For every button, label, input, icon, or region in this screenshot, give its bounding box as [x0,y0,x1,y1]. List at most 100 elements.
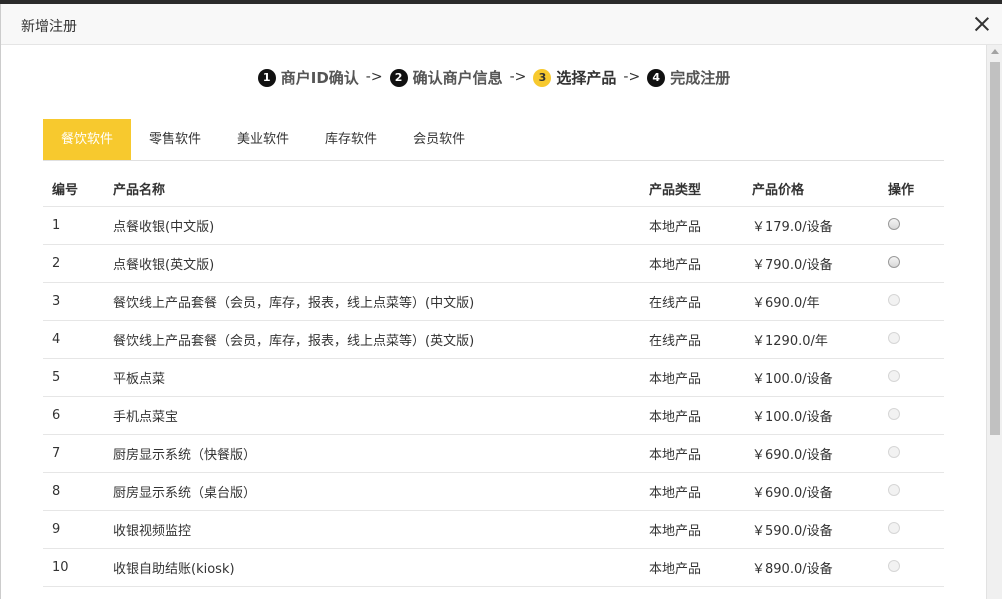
product-price: ￥690.0/设备 [752,448,833,463]
product-type: 本地产品 [649,220,702,235]
product-number: 1 [52,218,61,233]
table-row: 9 收银视频监控 本地产品 ￥590.0/设备 [43,511,944,549]
product-name: 厨房显示系统（桌台版） [113,486,257,501]
product-name: 平板点菜 [113,372,166,387]
product-name: 餐饮线上产品套餐（会员，库存，报表，线上点菜等）(英文版) [113,334,475,349]
tab-retail-software[interactable]: 零售软件 [131,119,219,160]
select-product-radio [888,445,900,458]
step-label: 确认商户信息 [412,69,503,87]
product-type: 本地产品 [649,448,702,463]
select-product-radio [888,521,900,534]
product-number: 7 [52,446,61,461]
step-label: 商户ID确认 [280,69,359,87]
product-number: 10 [52,560,69,575]
product-number: 4 [52,332,61,347]
operation-cell [888,255,944,272]
table-row: 8 厨房显示系统（桌台版） 本地产品 ￥690.0/设备 [43,473,944,511]
select-product-radio[interactable] [888,255,900,268]
operation-cell [888,483,944,500]
tab-inventory-software[interactable]: 库存软件 [307,119,395,160]
product-name: 点餐收银(中文版) [113,220,215,235]
table-header-row: 编号 产品名称 产品类型 产品价格 操作 [43,170,944,207]
product-price: ￥100.0/设备 [752,410,833,425]
step-4: 4 完成注册 [647,67,730,88]
product-number: 2 [52,256,61,271]
table-row: 5 平板点菜 本地产品 ￥100.0/设备 [43,359,944,397]
select-product-radio [888,331,900,344]
product-number: 8 [52,484,61,499]
step-arrow: -> [509,69,527,85]
product-name: 餐饮线上产品套餐（会员，库存，报表，线上点菜等）(中文版) [113,296,475,311]
dialog-header: 新增注册 [1,4,1002,45]
step-arrow: -> [365,69,383,85]
product-type: 本地产品 [649,524,702,539]
operation-cell [888,369,944,386]
step-label: 完成注册 [670,69,731,87]
table-row: 6 手机点菜宝 本地产品 ￥100.0/设备 [43,397,944,435]
step-number-badge: 1 [257,68,276,87]
product-name: 手机点菜宝 [113,410,179,425]
product-number: 5 [52,370,61,385]
step-number-badge: 4 [647,68,666,87]
product-type: 本地产品 [649,562,702,577]
table-row: 7 厨房显示系统（快餐版） 本地产品 ￥690.0/设备 [43,435,944,473]
select-product-radio[interactable] [888,217,900,230]
table-body: 1 点餐收银(中文版) 本地产品 ￥179.0/设备 2 点餐收银(英文版) 本地产品 ￥79… [43,207,944,587]
product-name: 收银视频监控 [113,524,192,539]
table-row: 2 点餐收银(英文版) 本地产品 ￥790.0/设备 [43,245,944,283]
scroll-up-arrow-icon[interactable] [991,49,999,54]
table-row: 3 餐饮线上产品套餐（会员，库存，报表，线上点菜等）(中文版) 在线产品 ￥690.0… [43,283,944,321]
table-row: 10 收银自助结账(kiosk) 本地产品 ￥890.0/设备 [43,549,944,587]
product-price: ￥890.0/设备 [752,562,833,577]
product-type: 本地产品 [649,486,702,501]
select-product-radio [888,559,900,572]
table-row: 4 餐饮线上产品套餐（会员，库存，报表，线上点菜等）(英文版) 在线产品 ￥1290.… [43,321,944,359]
operation-cell [888,559,944,576]
tab-beauty-software[interactable]: 美业软件 [219,119,307,160]
product-type: 在线产品 [649,296,702,311]
scrollbar[interactable] [986,45,1002,599]
product-type: 在线产品 [649,334,702,349]
product-price: ￥100.0/设备 [752,372,833,387]
dialog-title: 新增注册 [21,19,77,35]
operation-cell [888,331,944,348]
step-2: 2 确认商户信息 [389,67,503,88]
product-number: 9 [52,522,61,537]
step-3: 3 选择产品 [533,67,616,88]
operation-cell [888,445,944,462]
product-price: ￥179.0/设备 [752,220,833,235]
select-product-radio [888,407,900,420]
header-product-name: 产品名称 [113,182,166,198]
step-indicator: 1 商户ID确认 -> 2 确认商户信息 -> 3 选择产品 -> 4 完成注册 [1,67,987,88]
tab-member-software[interactable]: 会员软件 [395,119,483,160]
header-product-type: 产品类型 [649,182,702,198]
tab-catering-software[interactable]: 餐饮软件 [43,119,132,160]
step-number-badge: 2 [389,68,408,87]
select-product-radio [888,483,900,496]
product-price: ￥590.0/设备 [752,524,833,539]
scrollbar-thumb[interactable] [990,62,1000,435]
step-1: 1 商户ID确认 [257,67,359,88]
header-number: 编号 [52,182,79,198]
operation-cell [888,217,944,234]
close-icon[interactable] [972,14,992,34]
product-table: 编号 产品名称 产品类型 产品价格 操作 1 点餐收银(中文版) 本地产品 ￥179.… [43,170,944,587]
step-label: 选择产品 [556,69,617,87]
product-type: 本地产品 [649,372,702,387]
select-product-radio [888,293,900,306]
step-arrow: -> [623,69,641,85]
select-product-radio [888,369,900,382]
product-price: ￥790.0/设备 [752,258,833,273]
product-price: ￥1290.0/年 [752,334,828,349]
product-number: 6 [52,408,61,423]
operation-cell [888,521,944,538]
table-row: 1 点餐收银(中文版) 本地产品 ￥179.0/设备 [43,207,944,245]
category-tabs: 餐饮软件 零售软件 美业软件 库存软件 会员软件 [43,119,944,161]
step-number-badge: 3 [533,68,552,87]
product-type: 本地产品 [649,410,702,425]
product-name: 厨房显示系统（快餐版） [113,448,257,463]
product-price: ￥690.0/设备 [752,486,833,501]
header-operation: 操作 [888,182,915,198]
product-type: 本地产品 [649,258,702,273]
operation-cell [888,407,944,424]
